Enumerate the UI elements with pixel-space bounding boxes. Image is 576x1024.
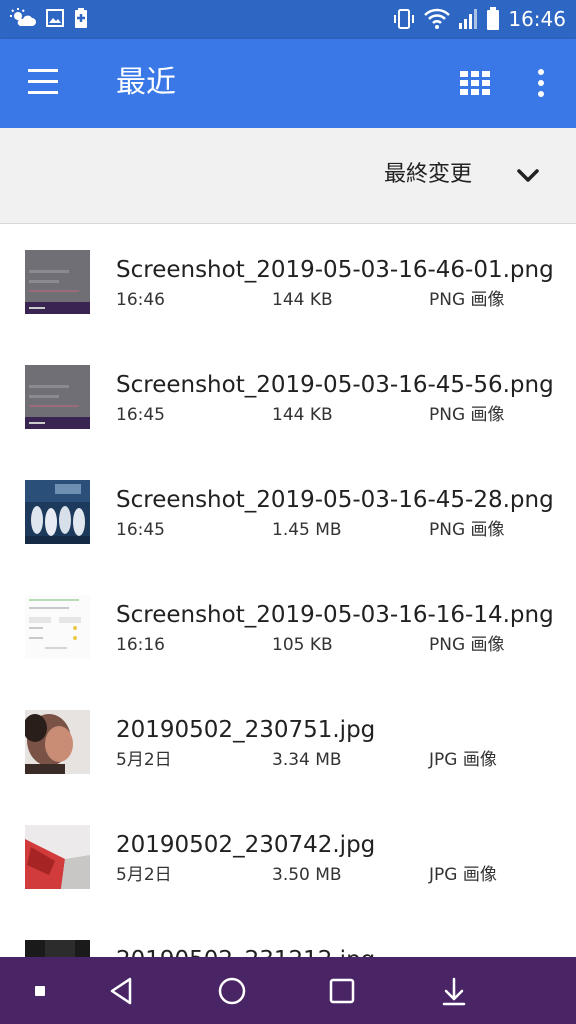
screenshot-thumbnail xyxy=(25,365,90,429)
file-name: 20190502_230751.jpg xyxy=(116,717,376,743)
file-size: 144 KB xyxy=(272,290,333,310)
list-item[interactable]: Screenshot_2019-05-03-16-46-01.png 16:46… xyxy=(0,224,576,339)
file-type: PNG 画像 xyxy=(429,290,505,310)
list-item[interactable]: Screenshot_2019-05-03-16-45-28.png 16:45… xyxy=(0,454,576,569)
file-name: Screenshot_2019-05-03-16-46-01.png xyxy=(116,257,554,283)
file-size: 1.45 MB xyxy=(272,520,342,540)
file-type: PNG 画像 xyxy=(429,635,505,655)
app-bar: 最近 xyxy=(0,39,576,128)
file-name: Screenshot_2019-05-03-16-45-56.png xyxy=(116,372,554,398)
file-name: Screenshot_2019-05-03-16-16-14.png xyxy=(116,602,554,628)
file-date: 16:16 xyxy=(116,635,165,655)
file-name: 20190502_230742.jpg xyxy=(116,832,376,858)
photo-thumbnail xyxy=(25,825,90,889)
photo-thumbnail xyxy=(25,940,90,957)
sort-bar: 最終変更 xyxy=(0,128,576,224)
list-item[interactable]: Screenshot_2019-05-03-16-45-56.png 16:45… xyxy=(0,339,576,454)
file-date: 16:46 xyxy=(116,290,165,310)
file-list: Screenshot_2019-05-03-16-46-01.png 16:46… xyxy=(0,224,576,957)
file-type: PNG 画像 xyxy=(429,405,505,425)
file-date: 5月2日 xyxy=(116,865,172,885)
status-right-icons: 16:46 xyxy=(392,6,566,32)
status-left-icons xyxy=(10,8,88,28)
photo-thumbnail xyxy=(25,480,90,544)
file-size: 3.50 MB xyxy=(272,865,342,885)
navigation-bar xyxy=(0,957,576,1024)
chevron-down-icon[interactable] xyxy=(514,166,542,186)
file-type: JPG 画像 xyxy=(429,750,497,770)
status-bar: 16:46 xyxy=(0,0,576,39)
file-size: 3.34 MB xyxy=(272,750,342,770)
battery-saver-icon xyxy=(75,8,87,28)
file-date: 16:45 xyxy=(116,405,165,425)
back-icon[interactable] xyxy=(106,975,138,1007)
page-title: 最近 xyxy=(116,65,176,100)
list-item[interactable]: 20190502_230751.jpg 5月2日 3.34 MB JPG 画像 xyxy=(0,684,576,799)
list-item[interactable]: Screenshot_2019-05-03-16-16-14.png 16:16… xyxy=(0,569,576,684)
nav-dot-button[interactable] xyxy=(24,975,56,1007)
file-name: Screenshot_2019-05-03-16-45-28.png xyxy=(116,487,554,513)
file-name: 20190502_231212.jpg xyxy=(116,944,375,957)
signal-icon xyxy=(459,9,478,29)
image-notification-icon xyxy=(46,9,64,27)
sort-order-label[interactable]: 最終変更 xyxy=(384,160,472,190)
wifi-icon xyxy=(424,8,451,29)
file-type: PNG 画像 xyxy=(429,520,505,540)
file-size: 144 KB xyxy=(272,405,333,425)
list-item[interactable]: 20190502_230742.jpg 5月2日 3.50 MB JPG 画像 xyxy=(0,799,576,914)
more-options-icon[interactable] xyxy=(534,69,548,99)
file-type: JPG 画像 xyxy=(429,865,497,885)
grid-view-icon[interactable] xyxy=(460,71,490,95)
vibrate-icon xyxy=(394,9,415,29)
battery-icon xyxy=(487,7,500,30)
weather-icon xyxy=(10,8,36,26)
file-date: 5月2日 xyxy=(116,750,172,770)
file-size: 105 KB xyxy=(272,635,333,655)
photo-thumbnail xyxy=(25,710,90,774)
hide-nav-icon[interactable] xyxy=(438,975,470,1007)
status-time: 16:46 xyxy=(508,7,566,31)
screenshot-thumbnail xyxy=(25,250,90,314)
screenshot-thumbnail xyxy=(25,595,90,659)
home-icon[interactable] xyxy=(216,975,248,1007)
list-item[interactable]: 20190502_231212.jpg xyxy=(0,914,576,957)
file-date: 16:45 xyxy=(116,520,165,540)
hamburger-menu-icon[interactable] xyxy=(28,69,62,97)
recents-icon[interactable] xyxy=(326,975,358,1007)
